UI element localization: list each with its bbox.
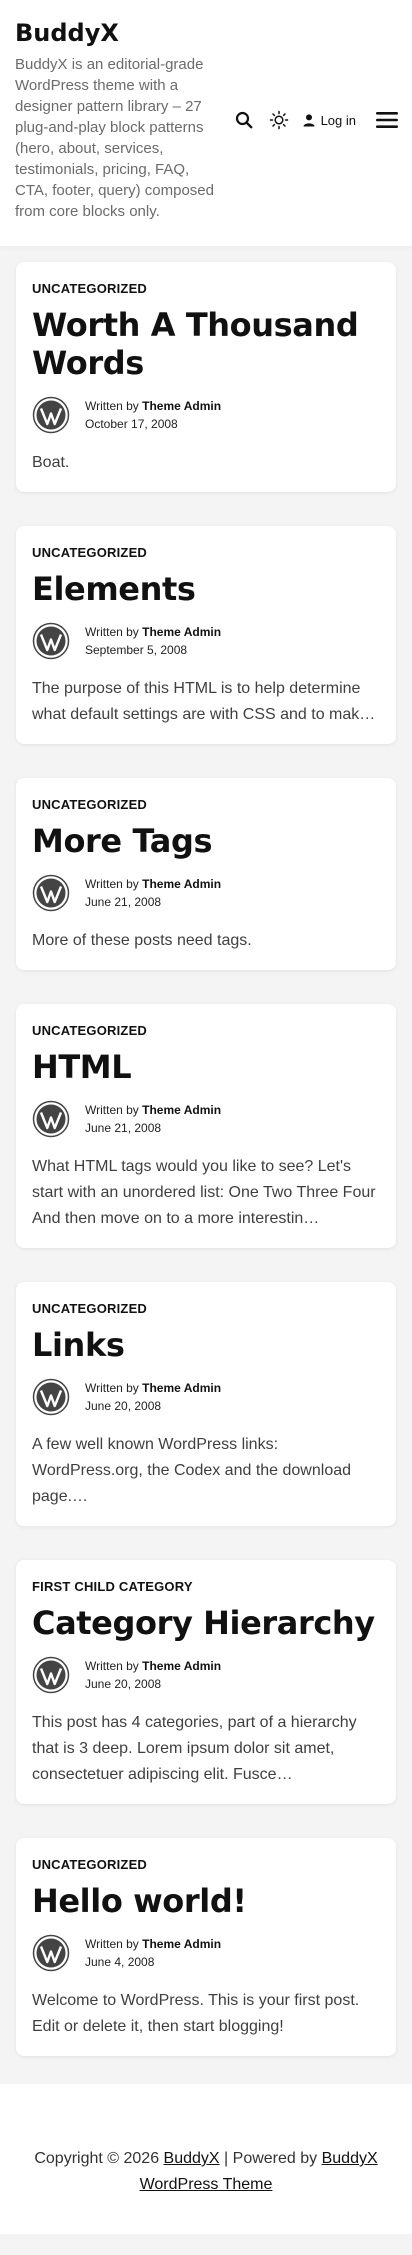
login-button[interactable]: Log in: [303, 113, 356, 128]
site-description: BuddyX is an editorial-grade WordPress t…: [15, 56, 214, 220]
wordpress-avatar-icon: [32, 396, 70, 434]
wordpress-avatar-icon: [32, 874, 70, 912]
wordpress-avatar-icon: [32, 622, 70, 660]
post-excerpt: This post has 4 categories, part of a hi…: [32, 1714, 357, 1783]
post-date: June 21, 2008: [85, 895, 162, 909]
post-meta: Written by Theme Admin September 5, 2008: [32, 622, 380, 660]
post-author[interactable]: Theme Admin: [142, 877, 221, 891]
post-excerpt: The purpose of this HTML is to help dete…: [32, 680, 369, 723]
written-by-label: Written by: [85, 625, 139, 639]
post-author[interactable]: Theme Admin: [142, 1103, 221, 1117]
footer-site-link[interactable]: BuddyX: [164, 2150, 220, 2167]
post-meta: Written by Theme Admin June 20, 2008: [32, 1656, 380, 1694]
user-icon: [303, 113, 315, 127]
search-icon[interactable]: [235, 111, 253, 129]
post-date: June 4, 2008: [85, 1955, 155, 1969]
post-author[interactable]: Theme Admin: [142, 399, 221, 413]
wordpress-avatar-icon: [32, 1934, 70, 1972]
post-card: UNCATEGORIZED Worth A Thousand Words Wri…: [16, 262, 396, 492]
post-author[interactable]: Theme Admin: [142, 625, 221, 639]
post-title[interactable]: Category Hierarchy: [32, 1604, 380, 1642]
post-category[interactable]: UNCATEGORIZED: [32, 1023, 147, 1038]
post-meta: Written by Theme Admin June 4, 2008: [32, 1934, 380, 1972]
post-date: June 20, 2008: [85, 1677, 162, 1691]
login-label: Log in: [320, 112, 356, 128]
post-date: June 21, 2008: [85, 1121, 162, 1135]
post-meta: Written by Theme Admin October 17, 2008: [32, 396, 380, 434]
written-by-label: Written by: [85, 1937, 139, 1951]
site-header: BuddyX BuddyX is an editorial-grade Word…: [0, 0, 412, 246]
post-excerpt: A few well known WordPress links: WordPr…: [32, 1436, 352, 1505]
post-category[interactable]: UNCATEGORIZED: [32, 1857, 147, 1872]
footer-copyright: Copyright © 2026 BuddyX | Powered by Bud…: [0, 2146, 412, 2198]
footer-separator: |: [224, 2150, 229, 2167]
post-date: September 5, 2008: [85, 643, 188, 657]
post-category[interactable]: UNCATEGORIZED: [32, 545, 147, 560]
wordpress-avatar-icon: [32, 1656, 70, 1694]
wordpress-avatar-icon: [32, 1100, 70, 1138]
sun-icon[interactable]: [269, 110, 289, 130]
post-excerpt: What HTML tags would you like to see? Le…: [32, 1158, 376, 1227]
post-title[interactable]: More Tags: [32, 822, 380, 860]
site-title[interactable]: BuddyX: [15, 18, 397, 48]
post-title[interactable]: Elements: [32, 570, 380, 608]
post-date: October 17, 2008: [85, 417, 178, 431]
hamburger-menu-icon[interactable]: [376, 111, 398, 129]
post-category[interactable]: UNCATEGORIZED: [32, 281, 147, 296]
post-author[interactable]: Theme Admin: [142, 1659, 221, 1673]
post-title[interactable]: Worth A Thousand Words: [32, 306, 380, 382]
post-category[interactable]: UNCATEGORIZED: [32, 797, 147, 812]
post-excerpt: Welcome to WordPress. This is your first…: [32, 1992, 360, 2035]
post-date: June 20, 2008: [85, 1399, 162, 1413]
post-card: UNCATEGORIZED Links Written by Theme Adm…: [16, 1282, 396, 1526]
post-excerpt: Boat.: [32, 454, 70, 471]
written-by-label: Written by: [85, 1103, 139, 1117]
header-actions: Log in: [235, 110, 398, 130]
copyright-text: Copyright © 2026: [34, 2150, 160, 2167]
post-category[interactable]: FIRST CHILD CATEGORY: [32, 1579, 193, 1594]
written-by-label: Written by: [85, 877, 139, 891]
written-by-label: Written by: [85, 1659, 139, 1673]
post-title[interactable]: Hello world!: [32, 1882, 380, 1920]
post-card: UNCATEGORIZED Hello world! Written by Th…: [16, 1838, 396, 2056]
written-by-label: Written by: [85, 1381, 139, 1395]
post-author[interactable]: Theme Admin: [142, 1937, 221, 1951]
site-footer: Copyright © 2026 BuddyX | Powered by Bud…: [0, 2084, 412, 2234]
post-card: UNCATEGORIZED More Tags Written by Theme…: [16, 778, 396, 970]
post-card: UNCATEGORIZED Elements Written by Theme …: [16, 526, 396, 744]
post-title[interactable]: HTML: [32, 1048, 380, 1086]
powered-by-text: Powered by: [232, 2150, 318, 2167]
post-meta: Written by Theme Admin June 21, 2008: [32, 874, 380, 912]
post-meta: Written by Theme Admin June 21, 2008: [32, 1100, 380, 1138]
post-card: FIRST CHILD CATEGORY Category Hierarchy …: [16, 1560, 396, 1804]
post-card: UNCATEGORIZED HTML Written by Theme Admi…: [16, 1004, 396, 1248]
post-title[interactable]: Links: [32, 1326, 380, 1364]
wordpress-avatar-icon: [32, 1378, 70, 1416]
post-list: UNCATEGORIZED Worth A Thousand Words Wri…: [0, 246, 412, 2056]
post-author[interactable]: Theme Admin: [142, 1381, 221, 1395]
post-meta: Written by Theme Admin June 20, 2008: [32, 1378, 380, 1416]
post-category[interactable]: UNCATEGORIZED: [32, 1301, 147, 1316]
written-by-label: Written by: [85, 399, 139, 413]
post-excerpt: More of these posts need tags.: [32, 932, 252, 949]
